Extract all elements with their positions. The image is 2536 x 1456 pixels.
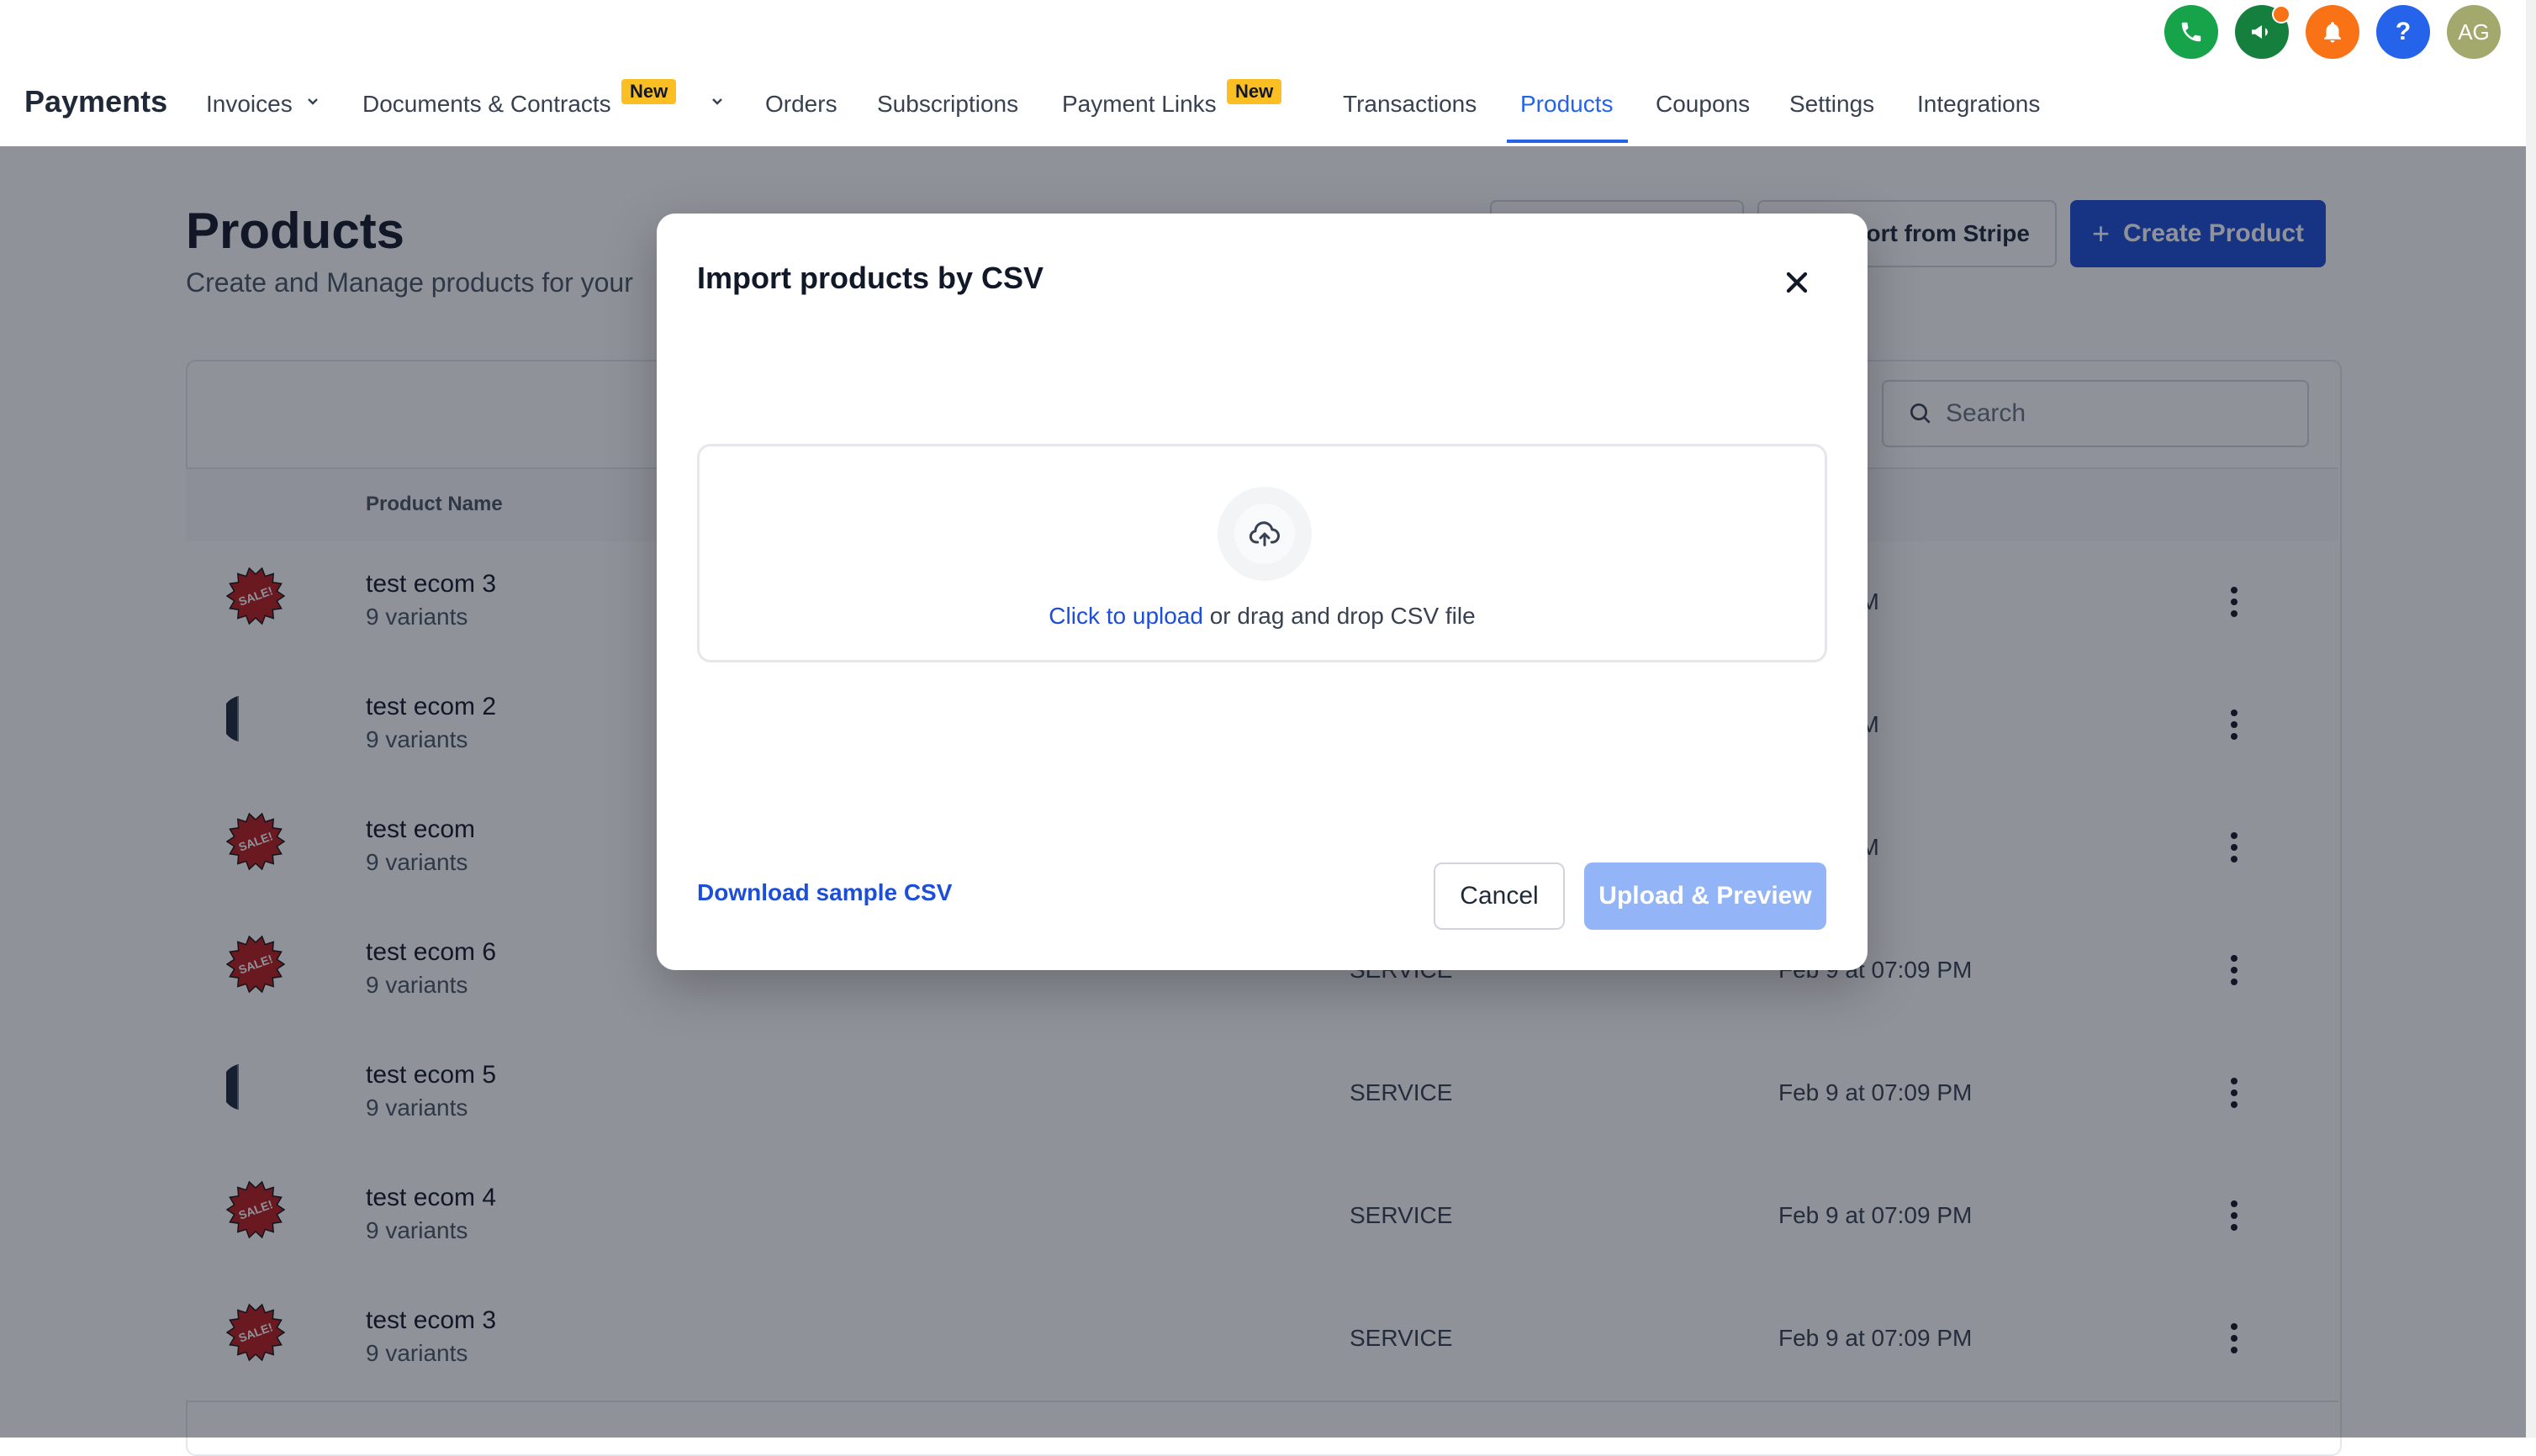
top-navigation-bar: Payments Invoices Documents & Contracts … <box>0 0 2526 146</box>
bell-icon[interactable] <box>2306 5 2359 59</box>
tab-integrations[interactable]: Integrations <box>1917 91 2040 118</box>
upload-instructions: Click to upload or drag and drop CSV fil… <box>700 603 1825 630</box>
app-title: Payments <box>24 84 168 119</box>
notification-dot <box>2272 5 2290 24</box>
tab-invoices[interactable]: Invoices <box>206 91 293 118</box>
cloud-upload-icon <box>1249 521 1280 546</box>
scrollbar[interactable] <box>2526 0 2536 1438</box>
import-csv-modal: Import products by CSV Click to upload o… <box>657 214 1868 970</box>
tab-transactions[interactable]: Transactions <box>1343 91 1477 118</box>
new-badge: New <box>621 79 677 104</box>
tab-subscriptions[interactable]: Subscriptions <box>877 91 1018 118</box>
tab-orders[interactable]: Orders <box>765 91 837 118</box>
new-badge: New <box>1227 79 1282 104</box>
chevron-down-icon[interactable] <box>711 95 724 108</box>
tab-settings[interactable]: Settings <box>1789 91 1874 118</box>
tab-products[interactable]: Products <box>1520 91 1614 118</box>
tab-payment-links[interactable]: Payment Links <box>1062 91 1217 118</box>
modal-title: Import products by CSV <box>697 261 1044 295</box>
active-tab-indicator <box>1507 140 1628 143</box>
tab-documents-contracts[interactable]: Documents & Contracts <box>362 91 611 118</box>
help-icon[interactable]: ? <box>2376 5 2430 59</box>
csv-dropzone[interactable]: Click to upload or drag and drop CSV fil… <box>697 444 1827 662</box>
chevron-down-icon[interactable] <box>306 95 320 108</box>
tab-coupons[interactable]: Coupons <box>1656 91 1750 118</box>
phone-icon[interactable] <box>2164 5 2218 59</box>
upload-hint-text: or drag and drop CSV file <box>1202 603 1476 629</box>
avatar[interactable]: AG <box>2447 5 2501 59</box>
cancel-button[interactable]: Cancel <box>1434 863 1565 930</box>
download-sample-csv-link[interactable]: Download sample CSV <box>697 879 952 906</box>
close-icon[interactable] <box>1780 266 1814 299</box>
upload-preview-button[interactable]: Upload & Preview <box>1584 863 1826 930</box>
click-to-upload-link[interactable]: Click to upload <box>1049 603 1203 629</box>
upload-icon-container <box>1218 487 1312 581</box>
